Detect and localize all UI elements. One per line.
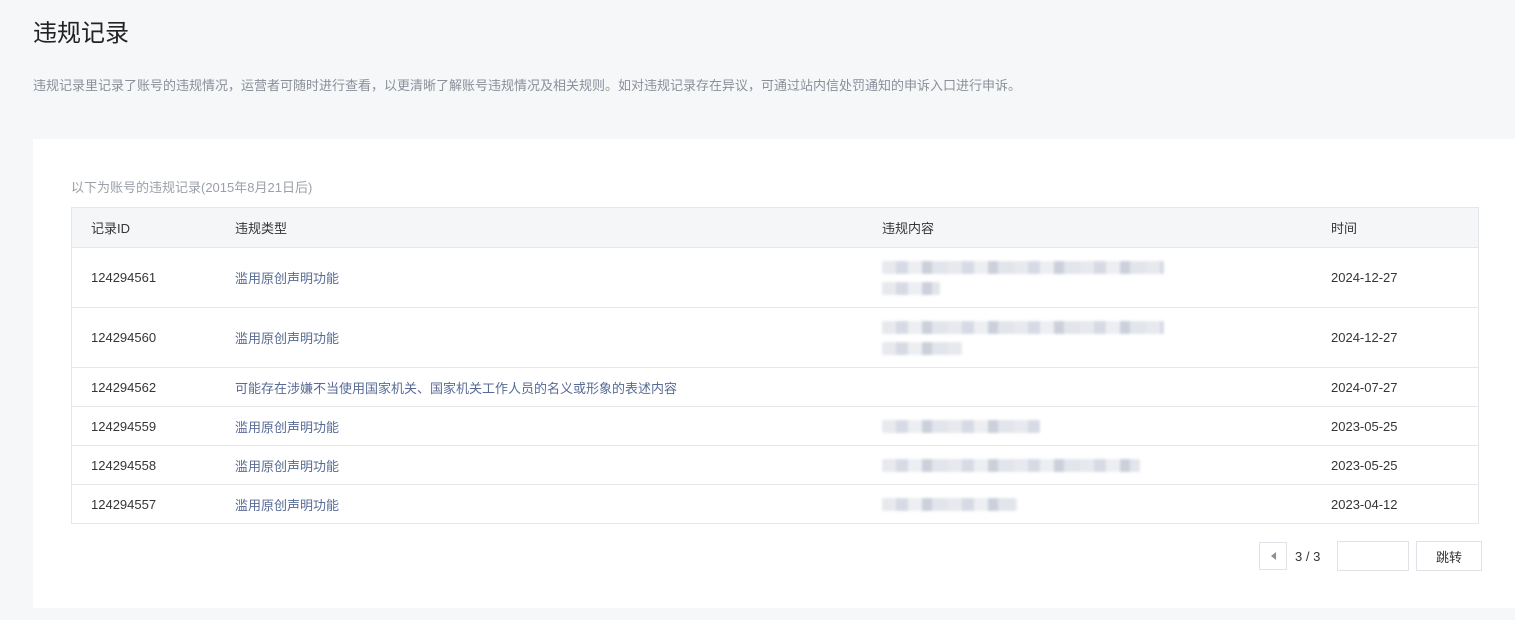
page-title: 违规记录 [33, 20, 129, 47]
violation-type-link[interactable]: 滥用原创声明功能 [235, 407, 339, 445]
page-description: 违规记录里记录了账号的违规情况，运营者可随时进行查看，以更清晰了解账号违规情况及… [33, 78, 1022, 93]
violation-content [882, 446, 1140, 484]
record-time: 2024-07-27 [1331, 379, 1398, 395]
records-card: 以下为账号的违规记录(2015年8月21日后) 记录ID 违规类型 违规内容 时… [33, 139, 1515, 608]
table-caption: 以下为账号的违规记录(2015年8月21日后) [71, 180, 313, 195]
table-header-row: 记录ID 违规类型 违规内容 时间 [72, 208, 1478, 247]
record-time: 2023-05-25 [1331, 418, 1398, 434]
table-row: 124294560 滥用原创声明功能 2024-12-27 [72, 307, 1478, 367]
table-row: 124294561 滥用原创声明功能 2024-12-27 [72, 247, 1478, 307]
table-row: 124294558 滥用原创声明功能 2023-05-25 [72, 445, 1478, 484]
redacted-content [882, 320, 1164, 355]
prev-page-button[interactable] [1259, 542, 1287, 570]
record-time: 2024-12-27 [1331, 330, 1398, 345]
violation-type-link[interactable]: 滥用原创声明功能 [235, 446, 339, 484]
table-row: 124294562 可能存在涉嫌不当使用国家机关、国家机关工作人员的名义或形象的… [72, 367, 1478, 406]
record-time: 2023-05-25 [1331, 457, 1398, 473]
violation-content [882, 407, 1040, 445]
redacted-line [882, 497, 1017, 511]
record-id: 124294561 [91, 270, 157, 285]
record-id: 124294560 [91, 330, 157, 345]
redacted-line [882, 419, 1040, 433]
violation-table: 记录ID 违规类型 违规内容 时间 124294561 滥用原创声明功能 202… [71, 207, 1479, 524]
column-header-id: 记录ID [91, 221, 131, 236]
caret-left-icon [1270, 552, 1276, 560]
record-time: 2023-04-12 [1331, 496, 1398, 512]
column-header-type: 违规类型 [235, 221, 288, 236]
column-header-time: 时间 [1331, 221, 1358, 236]
violation-content [882, 248, 1164, 307]
table-row: 124294559 滥用原创声明功能 2023-05-25 [72, 406, 1478, 445]
pagination: 3 / 3 跳转 [1259, 541, 1482, 571]
jump-button[interactable]: 跳转 [1416, 541, 1482, 571]
record-id: 124294557 [91, 496, 157, 512]
redacted-line [882, 458, 1140, 472]
violation-content [882, 308, 1164, 367]
record-id: 124294562 [91, 379, 157, 395]
record-id: 124294558 [91, 457, 157, 473]
redacted-line [882, 320, 1164, 334]
table-row: 124294557 滥用原创声明功能 2023-04-12 [72, 484, 1478, 523]
record-id: 124294559 [91, 418, 157, 434]
violation-type-link[interactable]: 滥用原创声明功能 [235, 308, 339, 367]
redacted-line [882, 281, 940, 295]
page-jump-input[interactable] [1337, 541, 1409, 571]
column-header-content: 违规内容 [882, 221, 935, 236]
violation-type-link[interactable]: 滥用原创声明功能 [235, 485, 339, 523]
record-time: 2024-12-27 [1331, 270, 1398, 285]
redacted-line [882, 341, 962, 355]
violation-type-link[interactable]: 可能存在涉嫌不当使用国家机关、国家机关工作人员的名义或形象的表述内容 [235, 368, 677, 406]
violation-type-link[interactable]: 滥用原创声明功能 [235, 248, 339, 307]
redacted-line [882, 260, 1164, 274]
page-indicator: 3 / 3 [1295, 548, 1321, 564]
redacted-content [882, 260, 1164, 295]
violation-content [882, 485, 1017, 523]
